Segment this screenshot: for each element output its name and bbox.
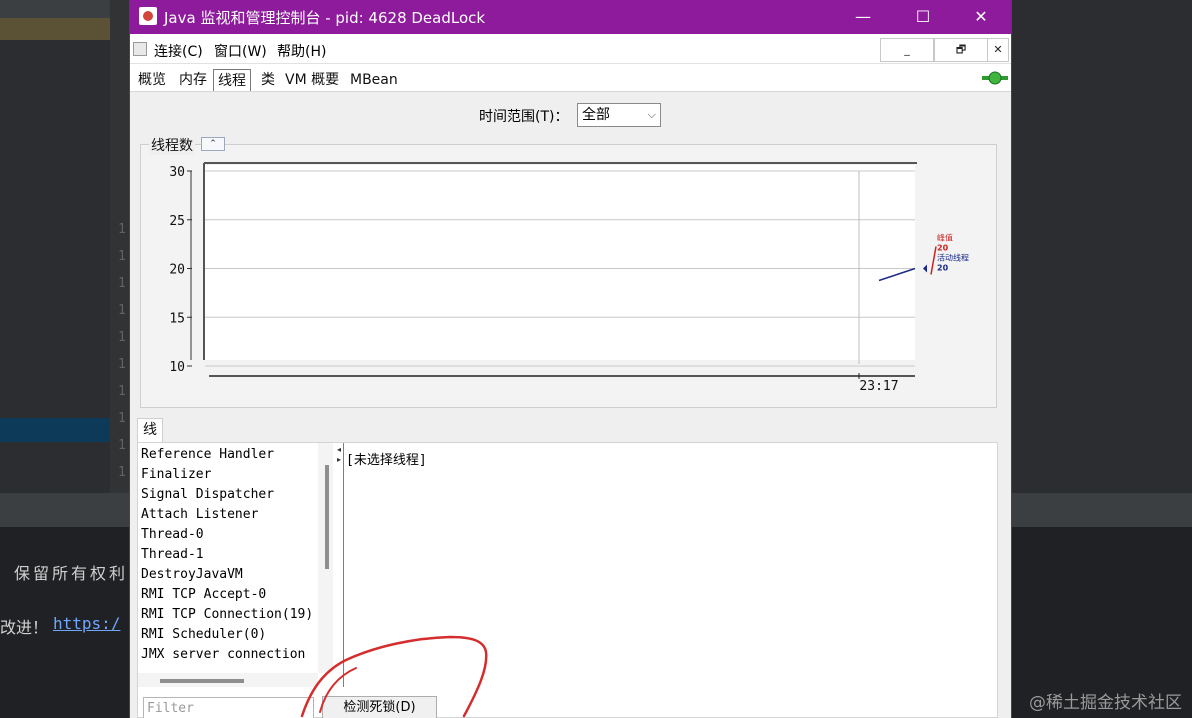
y-tick-label: 25	[169, 214, 185, 229]
vertical-scroll-thumb[interactable]	[325, 465, 329, 569]
tab-overview[interactable]: 概览	[134, 69, 170, 91]
gutter-digit: 1	[118, 330, 126, 345]
background-link[interactable]: https:/	[53, 614, 120, 633]
detect-deadlock-button[interactable]: 检测死锁(D)	[322, 696, 437, 718]
legend-label: 峰值	[937, 233, 953, 243]
plot-area	[205, 165, 915, 360]
legend-value: 20	[937, 244, 949, 253]
split-left-arrow-icon[interactable]: ◂	[337, 445, 341, 454]
jconsole-window: Java 监视和管理控制台 - pid: 4628 DeadLock — ☐ ✕…	[129, 0, 1012, 718]
thread-detail-text: [未选择线程]	[346, 453, 427, 468]
gutter-digit: 1	[118, 222, 126, 237]
series-marker-active-threads	[923, 264, 927, 273]
time-range-select[interactable]: 全部 ⌵	[577, 103, 661, 127]
thread-list-horizontal-scrollbar[interactable]	[138, 673, 318, 687]
title-bar[interactable]: Java 监视和管理控制台 - pid: 4628 DeadLock — ☐ ✕	[130, 0, 1011, 34]
gutter-digit: 1	[118, 411, 126, 426]
window-title: Java 监视和管理控制台 - pid: 4628 DeadLock	[164, 9, 486, 27]
y-tick-label: 30	[169, 165, 185, 180]
thread-list-item[interactable]: RMI TCP Connection(19)	[141, 607, 313, 622]
thread-list[interactable]: Reference Handler Finalizer Signal Dispatc…	[138, 443, 333, 685]
inner-minimize-button[interactable]: _	[880, 38, 934, 62]
pane-splitter[interactable]: ◂ ▸	[337, 443, 344, 687]
menu-help[interactable]: 帮助(H)	[277, 41, 326, 61]
maximize-button[interactable]: ☐	[895, 0, 951, 34]
gutter-digit: 1	[118, 357, 126, 372]
thread-list-item[interactable]: Finalizer	[141, 467, 211, 482]
thread-count-chart-panel: 30 25 20 15 10 23:17 峰值 20 活动线程 20 线程数 ⌃	[140, 135, 997, 408]
background-highlight-line	[0, 18, 110, 40]
menu-window[interactable]: 窗口(W)	[214, 41, 267, 61]
minimize-button[interactable]: —	[835, 0, 891, 34]
y-tick-label: 15	[169, 311, 185, 326]
thread-list-item[interactable]: RMI Scheduler(0)	[141, 627, 266, 642]
tab-memory[interactable]: 内存	[175, 69, 211, 91]
gutter-digit: 1	[118, 438, 126, 453]
thread-list-item[interactable]: JMX server connection	[141, 647, 305, 662]
y-tick-label: 20	[169, 263, 185, 278]
horizontal-scroll-thumb[interactable]	[160, 679, 244, 683]
inner-close-button[interactable]: ✕	[987, 38, 1009, 62]
chevron-down-icon: ⌵	[647, 108, 656, 121]
connection-status-icon	[982, 71, 1008, 85]
chart-title: 线程数	[149, 135, 195, 155]
series-line-peak	[930, 246, 937, 275]
watermark-text: @稀土掘金技术社区	[1029, 693, 1182, 713]
thread-list-item[interactable]: Thread-1	[141, 547, 204, 562]
gutter-digit: 1	[118, 465, 126, 480]
x-tick-label: 23:17	[859, 379, 898, 394]
close-button[interactable]: ✕	[953, 0, 1009, 34]
thread-list-item[interactable]: Reference Handler	[141, 447, 274, 462]
main-tab-bar: 概览 内存 线程 类 VM 概要 MBean	[130, 65, 1011, 92]
background-rights-text: 保留所有权利	[14, 564, 129, 583]
tab-classes[interactable]: 类	[257, 69, 279, 91]
tab-mbean[interactable]: MBean	[346, 69, 402, 91]
tab-vm-summary[interactable]: VM 概要	[281, 69, 343, 91]
java-app-icon	[139, 7, 157, 25]
background-line-gutter: 1 1 1 1 1 1 1 1 1 1	[110, 0, 130, 495]
thread-list-item[interactable]: Thread-0	[141, 527, 204, 542]
menu-connect[interactable]: 连接(C)	[154, 41, 203, 61]
background-link-prefix: 改进！	[0, 618, 49, 637]
connection-window-icon	[133, 42, 147, 56]
split-right-arrow-icon[interactable]: ▸	[337, 455, 341, 464]
thread-list-item[interactable]: Attach Listener	[141, 507, 258, 522]
gutter-digit: 1	[118, 276, 126, 291]
thread-list-item[interactable]: DestroyJavaVM	[141, 567, 243, 582]
thread-count-chart: 302520151023:17峰值20活动线程20	[169, 162, 969, 394]
thread-list-vertical-scrollbar[interactable]	[318, 443, 333, 673]
menu-bar: 连接(C) 窗口(W) 帮助(H) _ 🗗 ✕	[130, 36, 1011, 64]
y-tick-label: 10	[169, 360, 185, 375]
thread-list-item[interactable]: RMI TCP Accept-0	[141, 587, 266, 602]
legend-label: 活动线程	[937, 253, 969, 263]
tab-thread-list[interactable]: 线程	[137, 418, 163, 460]
time-range-label: 时间范围(T)：	[479, 109, 569, 125]
thread-filter-input[interactable]	[143, 697, 314, 718]
inner-restore-button[interactable]: 🗗	[934, 38, 988, 62]
threads-tab-content: 时间范围(T)： 全部 ⌵ 30 25 20 15 10 23:17 峰值 20 活动线程 20 …	[130, 92, 1011, 718]
background-selected-line	[0, 418, 110, 442]
gutter-digit: 1	[118, 303, 126, 318]
threads-panel: Reference Handler Finalizer Signal Dispatc…	[137, 442, 998, 718]
time-range-value: 全部	[582, 107, 610, 123]
gutter-digit: 1	[118, 384, 126, 399]
collapse-chart-icon[interactable]: ⌃	[201, 137, 225, 151]
thread-list-item[interactable]: Signal Dispatcher	[141, 487, 274, 502]
gutter-digit: 1	[118, 249, 126, 264]
tab-threads[interactable]: 线程	[213, 69, 251, 91]
legend-value: 20	[937, 264, 949, 273]
